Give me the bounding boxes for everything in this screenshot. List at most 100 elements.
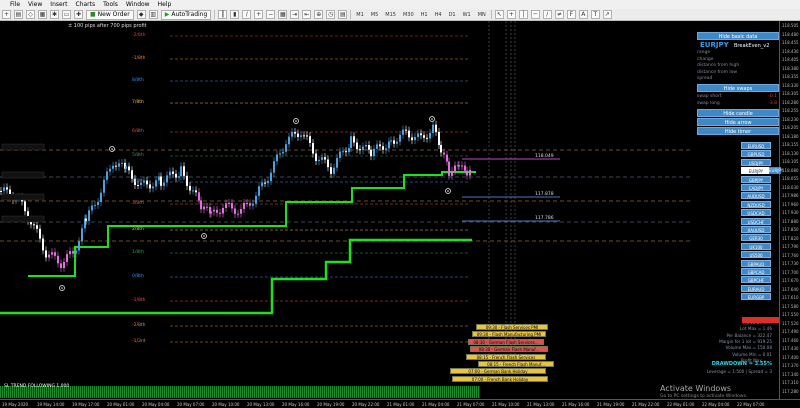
zoom-in-icon[interactable]: +: [254, 10, 264, 19]
label-tool-icon[interactable]: T: [590, 10, 600, 19]
news-event[interactable]: 08:15 - French Flash Services: [466, 353, 546, 360]
periods-icon[interactable]: ◷: [326, 10, 336, 19]
signals-icon[interactable]: ▥: [148, 10, 158, 19]
menu-file[interactable]: File: [10, 0, 20, 9]
news-event[interactable]: 09:30 - Flash Manufacturing PMI: [472, 331, 546, 338]
symbol-button-gbpchf[interactable]: GBPCHF: [741, 276, 771, 284]
terminal-icon[interactable]: ▭: [62, 10, 71, 19]
symbol-button-eurusd[interactable]: EURUSD: [741, 142, 771, 149]
symbol-button-gbpusd[interactable]: GBPUSD: [741, 150, 771, 158]
candles-icon[interactable]: ▮: [230, 10, 240, 19]
news-event[interactable]: 08:30 - German Flash Manuf...: [470, 346, 548, 353]
hide-basic-data-button[interactable]: Hide basic data: [697, 32, 779, 40]
histogram-bar: [210, 386, 212, 398]
symbol-button-gbpcad[interactable]: GBPCAD: [741, 268, 771, 275]
left-price-tag: [1, 143, 45, 151]
hide-timer-button[interactable]: Hide timer: [697, 127, 779, 135]
cursor-icon[interactable]: ↖: [494, 10, 504, 19]
hide-candle-button[interactable]: Hide candle: [697, 109, 779, 117]
hide-arrow-button[interactable]: Hide arrow: [697, 118, 779, 126]
trendline-icon[interactable]: ∕: [542, 10, 552, 19]
news-event[interactable]: 07:00 - French Bank Holiday: [452, 375, 548, 382]
new-order-button[interactable]: ■ New Order: [86, 9, 134, 20]
histogram-bar: [458, 386, 460, 398]
symbol-button-audusd[interactable]: AUDUSD: [741, 192, 771, 200]
histogram-bar: [112, 386, 114, 398]
symbol-button-euraud[interactable]: EURAUD: [741, 284, 771, 292]
tf-m15[interactable]: M15: [383, 12, 398, 18]
news-event[interactable]: 07:00 - German Bank Holiday: [450, 368, 546, 375]
tf-d1[interactable]: D1: [447, 12, 458, 18]
fibonacci-icon[interactable]: F: [566, 10, 576, 19]
symbol-button-cadjpy[interactable]: CADJPY: [741, 184, 771, 191]
symbol-button-xauusd[interactable]: XAUUSD: [741, 226, 771, 233]
arrows-icon[interactable]: ↗: [602, 10, 612, 19]
histogram-bar: [212, 386, 214, 398]
news-event[interactable]: 08:15 - French Flash Manuf...: [478, 361, 554, 367]
histogram-bar: [358, 386, 360, 398]
crosshair-icon[interactable]: +: [506, 10, 516, 19]
channel-icon[interactable]: ≠: [554, 10, 564, 19]
symbol-button-gbpjpy[interactable]: GBPJPY: [741, 175, 771, 183]
tile-windows-icon[interactable]: ▦: [278, 10, 288, 19]
tf-m30[interactable]: M30: [401, 12, 416, 18]
templates-icon[interactable]: ▤: [338, 10, 348, 19]
symbol-button-eurgbp[interactable]: EURGBP: [741, 293, 771, 301]
candle-body: [158, 176, 160, 181]
symbol-button-usdcad[interactable]: USDCAD: [741, 209, 771, 217]
tf-m5[interactable]: M5: [369, 12, 381, 18]
candle-body: [385, 148, 387, 150]
navigator-icon[interactable]: ✱: [50, 10, 59, 19]
menu-insert[interactable]: Insert: [50, 0, 67, 9]
histogram-bar: [330, 386, 332, 398]
zoom-out-icon[interactable]: −: [266, 10, 276, 19]
time-axis-label: 20 May 07:00: [177, 402, 205, 407]
symbol-button-nzdusd[interactable]: NZDUSD: [741, 200, 771, 208]
hide-swaps-button[interactable]: Hide swaps: [697, 84, 779, 92]
news-event[interactable]: 08:30 - German Flash Services...: [468, 338, 544, 345]
new-chart-icon[interactable]: +: [2, 10, 11, 19]
tf-mn[interactable]: MN: [476, 12, 488, 18]
histogram-bar: [176, 386, 178, 398]
menu-tools[interactable]: Tools: [103, 0, 118, 9]
text-tool-icon[interactable]: A: [578, 10, 588, 19]
menu-window[interactable]: Window: [126, 0, 150, 9]
symbol-button-gbpaud[interactable]: GBPAUD: [741, 259, 771, 267]
symbol-button-usdjpy[interactable]: USDJPY: [741, 158, 771, 166]
candle-body: [115, 165, 117, 167]
autotrading-button[interactable]: ▶ AutoTrading: [160, 9, 212, 20]
tf-w1[interactable]: W1: [461, 12, 473, 18]
menu-view[interactable]: View: [28, 0, 42, 9]
time-axis-label: 19 May 14:00: [37, 402, 65, 407]
news-event[interactable]: 09:30 - Flash Services PMI: [476, 324, 548, 330]
market-watch-icon[interactable]: ◇: [26, 10, 35, 19]
tf-h4[interactable]: H4: [433, 12, 444, 18]
tester-icon[interactable]: ✚: [74, 10, 83, 19]
murrey-level-label: 2/8th: [132, 227, 144, 232]
menu-charts[interactable]: Charts: [76, 0, 96, 9]
candle-body: [6, 187, 8, 190]
indicators-icon[interactable]: ⊕: [314, 10, 324, 19]
histogram-bar: [454, 386, 456, 398]
symbol-button-eurjpy[interactable]: EURJPY: [741, 167, 771, 175]
tf-h1[interactable]: H1: [419, 12, 430, 18]
symbol-button-usdchf[interactable]: USDCHF: [741, 217, 771, 225]
histogram-bar: [306, 386, 308, 398]
bar-chart-icon[interactable]: ┃: [218, 10, 228, 19]
chart-shift-icon[interactable]: ⇤: [302, 10, 312, 19]
price-chart[interactable]: ± 100 pips after 700 pips profit SL TREN…: [0, 21, 779, 399]
candle-body: [435, 124, 437, 132]
data-window-icon[interactable]: ▦: [38, 10, 47, 19]
autoscroll-icon[interactable]: ⇥: [290, 10, 300, 19]
vertical-line-icon[interactable]: │: [518, 10, 528, 19]
candle-body: [48, 254, 50, 258]
tf-m1[interactable]: M1: [354, 12, 366, 18]
profiles-icon[interactable]: ▤: [14, 10, 23, 19]
symbol-button-us500[interactable]: US500: [741, 251, 771, 259]
horizontal-line-icon[interactable]: ─: [530, 10, 540, 19]
menu-help[interactable]: Help: [158, 0, 172, 9]
metaeditor-icon[interactable]: ◆: [136, 10, 146, 19]
symbol-button-uk100[interactable]: UK100: [741, 242, 771, 250]
line-chart-icon[interactable]: ∕: [242, 10, 252, 19]
symbol-button-ger30[interactable]: GER30: [741, 234, 771, 242]
